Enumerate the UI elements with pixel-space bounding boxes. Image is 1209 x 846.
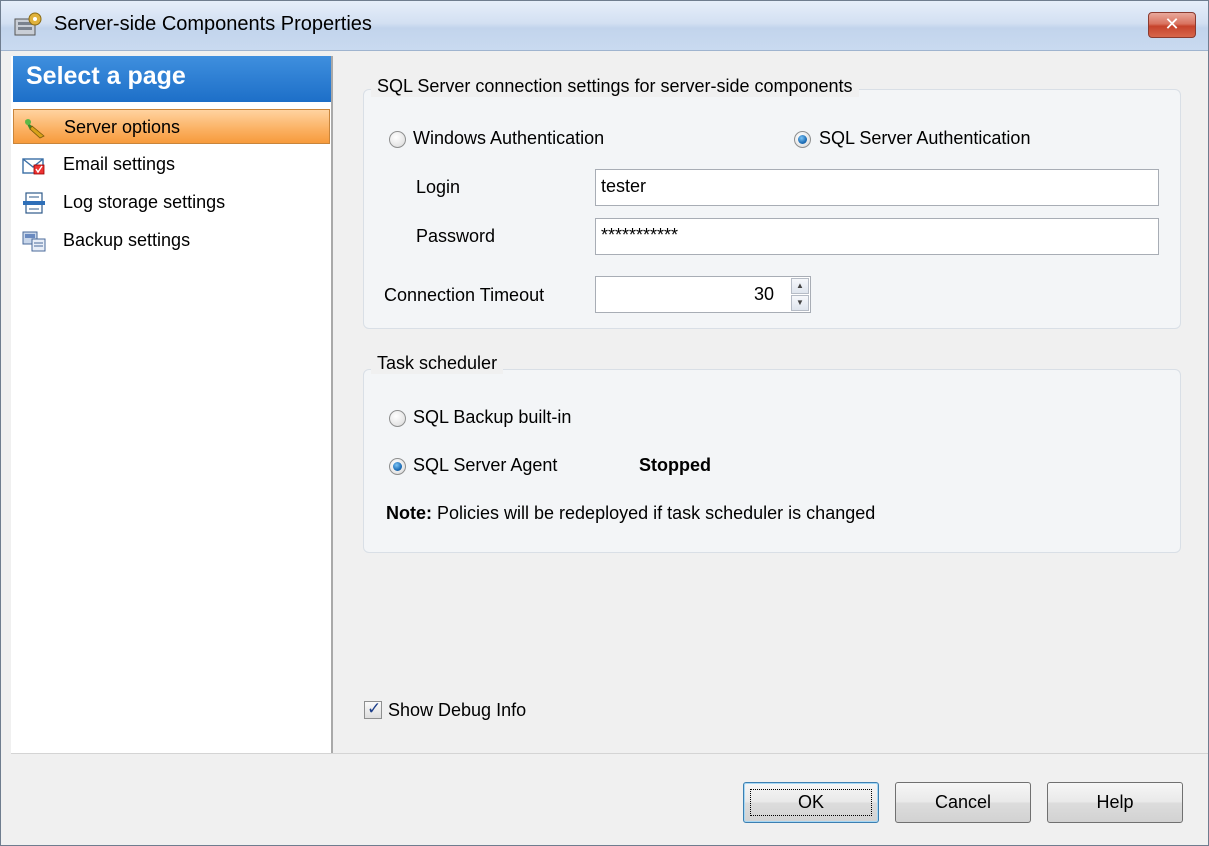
spin-up-icon[interactable]: ▲: [791, 278, 809, 294]
windows-auth-label: Windows Authentication: [413, 128, 605, 148]
connection-settings-legend: SQL Server connection settings for serve…: [371, 76, 859, 97]
nav-item-label: Server options: [64, 117, 181, 137]
nav-item-label: Log storage settings: [63, 192, 226, 212]
login-input[interactable]: tester: [595, 169, 1159, 206]
help-label: Help: [1096, 792, 1134, 812]
password-input[interactable]: ***********: [595, 218, 1159, 255]
nav-header: Select a page: [13, 56, 331, 102]
scheduler-note: Note: Policies will be redeployed if tas…: [386, 503, 875, 524]
nav-item-label: Backup settings: [63, 230, 191, 250]
ok-button[interactable]: OK: [743, 782, 879, 823]
nav-item-backup-settings[interactable]: Backup settings: [13, 223, 330, 258]
sql-server-agent-radio[interactable]: [389, 458, 406, 475]
sql-auth-label: SQL Server Authentication: [819, 128, 1031, 148]
close-button[interactable]: ✕: [1148, 12, 1196, 38]
log-storage-icon: [23, 192, 45, 214]
note-text: Policies will be redeployed if task sche…: [432, 503, 876, 523]
nav-item-label: Email settings: [63, 154, 176, 174]
login-label: Login: [416, 177, 461, 197]
agent-status: Stopped: [639, 455, 711, 475]
properties-dialog: Server-side Components Properties ✕ Sele…: [0, 0, 1209, 846]
window-title: Server-side Components Properties: [54, 13, 372, 35]
sql-server-agent-label: SQL Server Agent: [413, 455, 558, 475]
page-navigation: Select a page Server options Email setti…: [11, 56, 333, 754]
dialog-footer: OK Cancel Help: [11, 753, 1208, 845]
server-components-icon: [14, 12, 42, 36]
cancel-label: Cancel: [934, 792, 992, 812]
windows-auth-radio[interactable]: [389, 131, 406, 148]
server-options-page: SQL Server connection settings for serve…: [334, 56, 1208, 754]
connection-timeout-spinner[interactable]: 30 ▲ ▼: [595, 276, 811, 313]
connection-timeout-label: Connection Timeout: [384, 285, 545, 305]
nav-item-log-storage-settings[interactable]: Log storage settings: [13, 185, 330, 220]
spinner-buttons: ▲ ▼: [791, 278, 809, 311]
nav-item-email-settings[interactable]: Email settings: [13, 147, 330, 182]
focus-rectangle: [750, 789, 872, 816]
backup-icon: [22, 231, 46, 252]
help-button[interactable]: Help: [1047, 782, 1183, 823]
sql-backup-builtin-label: SQL Backup built-in: [413, 407, 572, 427]
spin-down-icon[interactable]: ▼: [791, 295, 809, 311]
title-bar: Server-side Components Properties ✕: [1, 1, 1208, 51]
sql-auth-radio[interactable]: [794, 131, 811, 148]
nav-item-server-options[interactable]: Server options: [13, 109, 330, 144]
show-debug-info-label: Show Debug Info: [388, 700, 527, 720]
server-options-icon: [25, 119, 45, 139]
checkmark-icon: ✓: [367, 699, 382, 718]
cancel-button[interactable]: Cancel: [895, 782, 1031, 823]
close-icon: ✕: [1164, 14, 1180, 34]
sql-backup-builtin-radio[interactable]: [389, 410, 406, 427]
connection-timeout-value: 30: [753, 284, 774, 304]
task-scheduler-legend: Task scheduler: [371, 353, 504, 374]
show-debug-info-checkbox[interactable]: ✓: [364, 699, 382, 719]
password-label: Password: [416, 226, 496, 246]
note-prefix: Note:: [386, 503, 432, 523]
email-icon: [22, 158, 45, 175]
